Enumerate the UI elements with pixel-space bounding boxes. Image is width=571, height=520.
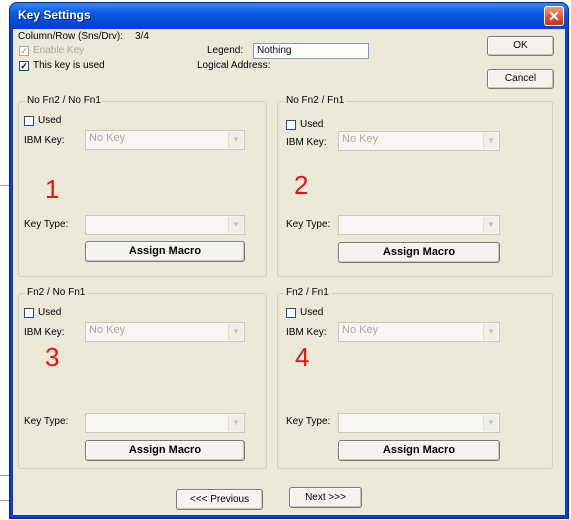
key-type-select[interactable]: ▼ — [85, 215, 245, 235]
enable-key-checkbox[interactable]: ✓ — [19, 46, 29, 56]
ibm-key-label: IBM Key: — [286, 327, 327, 338]
ibm-key-value: No Key — [342, 133, 379, 145]
background-line — [0, 185, 10, 186]
colrow-label: Column/Row (Sns/Drv): — [18, 31, 124, 42]
ibm-key-value: No Key — [89, 132, 126, 144]
ibm-key-label: IBM Key: — [24, 327, 65, 338]
colrow-value: 3/4 — [135, 31, 149, 42]
chevron-down-icon: ▼ — [228, 415, 243, 431]
key-type-label: Key Type: — [286, 219, 331, 230]
group-no-fn2-fn1: No Fn2 / Fn1 Used IBM Key: No Key ▼ 2 Ke… — [277, 95, 553, 277]
legend-input[interactable]: Nothing — [253, 43, 369, 59]
ibm-key-value: No Key — [89, 324, 126, 336]
key-type-select[interactable]: ▼ — [85, 413, 245, 433]
group-title: No Fn2 / Fn1 — [284, 95, 347, 106]
chevron-down-icon: ▼ — [483, 133, 498, 149]
logical-address-label: Logical Address: — [197, 60, 271, 71]
chevron-down-icon: ▼ — [228, 324, 243, 340]
ibm-key-select[interactable]: No Key ▼ — [338, 131, 500, 151]
used-checkbox[interactable] — [286, 120, 296, 130]
chevron-down-icon: ▼ — [483, 324, 498, 340]
key-used-checkbox[interactable]: ✓ — [19, 61, 29, 71]
group-title: Fn2 / Fn1 — [284, 287, 331, 298]
key-type-select[interactable]: ▼ — [338, 215, 500, 235]
annotation-number: 3 — [45, 342, 60, 372]
ibm-key-select[interactable]: No Key ▼ — [85, 130, 245, 150]
chevron-down-icon: ▼ — [483, 217, 498, 233]
key-type-select[interactable]: ▼ — [338, 413, 500, 433]
group-title: No Fn2 / No Fn1 — [25, 95, 103, 106]
ibm-key-select[interactable]: No Key ▼ — [85, 322, 245, 342]
dialog-client: Column/Row (Sns/Drv): 3/4 ✓ Enable Key ✓… — [13, 29, 565, 515]
ibm-key-label: IBM Key: — [286, 137, 327, 148]
assign-macro-button[interactable]: Assign Macro — [338, 242, 500, 263]
key-type-label: Key Type: — [286, 416, 331, 427]
key-used-label: This key is used — [33, 60, 105, 71]
title-bar: Key Settings ✕ — [10, 3, 568, 29]
chevron-down-icon: ▼ — [228, 132, 243, 148]
chevron-down-icon: ▼ — [483, 415, 498, 431]
key-type-label: Key Type: — [24, 219, 69, 230]
used-checkbox[interactable] — [24, 116, 34, 126]
window-title: Key Settings — [18, 8, 91, 22]
chevron-down-icon: ▼ — [228, 217, 243, 233]
ok-button[interactable]: OK — [487, 36, 554, 56]
group-fn2-fn1: Fn2 / Fn1 Used IBM Key: No Key ▼ 4 Key T… — [277, 287, 553, 469]
enable-key-label: Enable Key — [33, 45, 85, 56]
assign-macro-button[interactable]: Assign Macro — [85, 440, 245, 461]
ibm-key-value: No Key — [342, 324, 379, 336]
used-label: Used — [300, 119, 324, 130]
group-title: Fn2 / No Fn1 — [25, 287, 88, 298]
annotation-number: 4 — [295, 342, 310, 372]
close-button[interactable]: ✕ — [544, 6, 564, 26]
ibm-key-select[interactable]: No Key ▼ — [338, 322, 500, 342]
background-line — [0, 500, 10, 501]
used-label: Used — [38, 307, 62, 318]
used-label: Used — [38, 115, 62, 126]
group-no-fn2-no-fn1: No Fn2 / No Fn1 Used IBM Key: No Key ▼ 1… — [18, 95, 267, 277]
ibm-key-label: IBM Key: — [24, 135, 65, 146]
cancel-button[interactable]: Cancel — [487, 69, 554, 89]
assign-macro-button[interactable]: Assign Macro — [85, 241, 245, 262]
previous-button[interactable]: <<< Previous — [176, 489, 263, 510]
key-type-label: Key Type: — [24, 416, 69, 427]
used-checkbox[interactable] — [286, 308, 296, 318]
annotation-number: 1 — [45, 174, 60, 204]
background-line — [0, 475, 10, 476]
next-button[interactable]: Next >>> — [289, 487, 362, 508]
legend-label: Legend: — [207, 45, 244, 56]
assign-macro-button[interactable]: Assign Macro — [338, 440, 500, 461]
group-fn2-no-fn1: Fn2 / No Fn1 Used IBM Key: No Key ▼ 3 Ke… — [18, 287, 267, 469]
annotation-number: 2 — [294, 170, 309, 200]
used-label: Used — [300, 307, 324, 318]
key-settings-dialog: Key Settings ✕ Column/Row (Sns/Drv): 3/4… — [10, 3, 568, 518]
used-checkbox[interactable] — [24, 308, 34, 318]
